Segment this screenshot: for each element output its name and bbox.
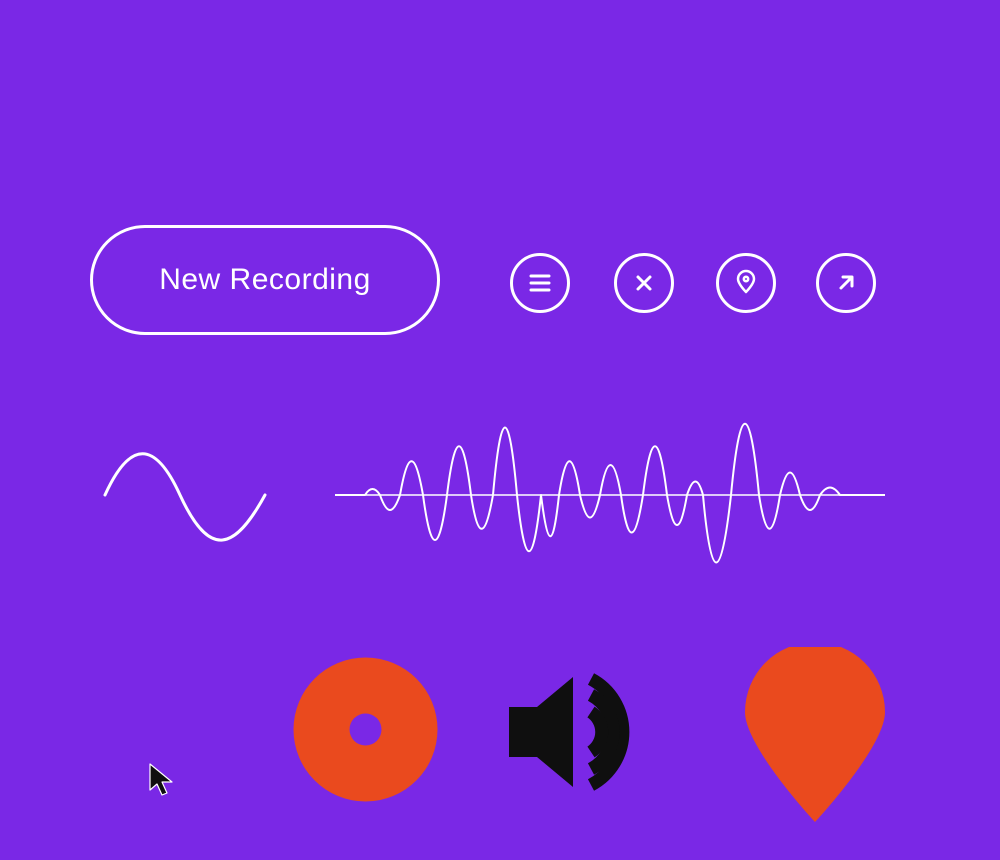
audio-waveform-icon [335, 395, 885, 599]
record-icon [293, 657, 438, 806]
open-external-button[interactable] [816, 253, 876, 313]
menu-button[interactable] [510, 253, 570, 313]
arrow-up-right-icon [831, 268, 861, 298]
close-icon [629, 268, 659, 298]
new-recording-button[interactable]: New Recording [90, 225, 440, 335]
pin-outline-icon [731, 268, 761, 298]
new-recording-label: New Recording [159, 263, 371, 297]
sine-wave-icon [100, 445, 270, 549]
cursor-pointer-icon [148, 762, 176, 802]
map-pin-fill-icon [740, 647, 890, 831]
close-button[interactable] [614, 253, 674, 313]
menu-icon [525, 268, 555, 298]
speaker-loud-icon [509, 657, 689, 811]
pin-button[interactable] [716, 253, 776, 313]
